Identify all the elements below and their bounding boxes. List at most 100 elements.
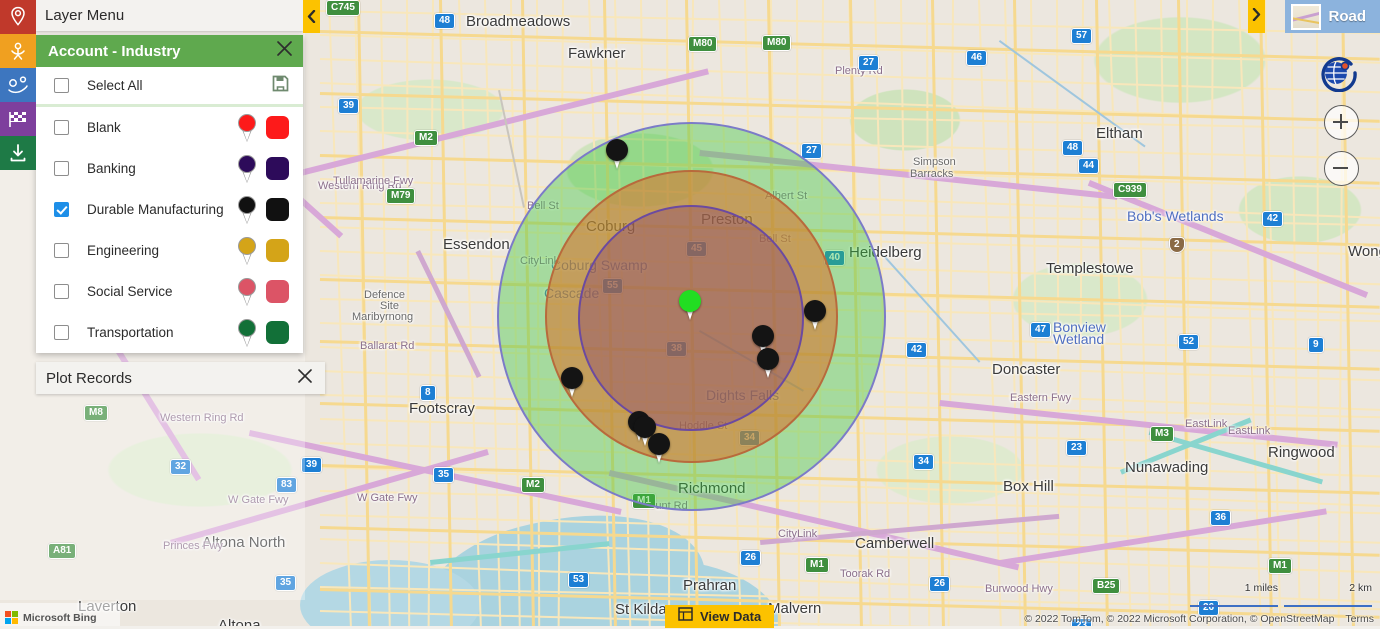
rail-button-route-plan[interactable] [0,68,36,102]
layer-color-chip[interactable] [266,239,289,262]
layer-color-chip[interactable] [266,280,289,303]
route-shield: M80 [688,36,718,52]
close-icon[interactable] [297,368,313,388]
map-attribution: © 2022 TomTom, © 2022 Microsoft Corporat… [1024,613,1374,625]
layer-checkbox[interactable] [54,120,69,135]
map-road-label: Western Ring Rd [160,412,244,424]
save-disk-icon[interactable] [272,75,289,97]
scale-miles: 1 miles [1190,582,1278,607]
select-all-row[interactable]: Select All [36,67,303,107]
chevron-left-icon [307,10,316,23]
rail-button-territory[interactable] [0,102,36,136]
map-road-label: EastLink [1185,418,1228,430]
layer-row[interactable]: Engineering [36,230,303,271]
layer-checkbox[interactable] [54,161,69,176]
layer-row[interactable]: Blank [36,107,303,148]
pin-head [757,348,779,370]
route-shield: 32 [170,459,192,475]
map-record-pin[interactable] [606,139,628,169]
layer-checkbox[interactable] [54,243,69,258]
map-place-label: Footscray [409,400,475,417]
route-shield: M8 [84,405,108,421]
layer-checkbox[interactable] [54,202,69,217]
rail-button-radius-search[interactable] [0,34,36,68]
layer-swatches [237,278,289,306]
route-shield: M1 [805,557,829,573]
bing-brand-label: Microsoft Bing [23,611,97,624]
map-place-label: Bob's Wetlands [1127,208,1224,224]
close-icon[interactable] [276,40,293,62]
layer-row[interactable]: Social Service [36,271,303,312]
route-shield: 52 [1178,334,1200,350]
map-type-expand-button[interactable] [1248,0,1265,33]
route-shield: 48 [1062,140,1084,156]
view-data-button[interactable]: View Data [665,605,775,628]
pin-head [679,290,701,312]
layer-color-chip[interactable] [266,198,289,221]
map-place-label: Broadmeadows [466,13,571,30]
layer-color-chip[interactable] [266,157,289,180]
map-record-pin[interactable] [561,367,583,397]
map-road-label: W Gate Fwy [357,492,418,504]
panel-body: Select All Blank Banking Durable Manufactu… [36,67,303,353]
panel-header: Account - Industry [36,35,303,67]
route-shield: 27 [801,143,823,159]
layer-menu-header: Layer Menu [36,0,303,31]
zoom-out-button[interactable] [1324,151,1359,186]
route-shield: 47 [1030,322,1052,338]
route-shield: M2 [521,477,545,493]
layer-swatches [237,114,289,142]
map-place-label: Simpson [913,156,956,168]
map-place-label: Malvern [768,600,822,617]
layer-color-chip[interactable] [266,321,289,344]
layer-row[interactable]: Durable Manufacturing [36,189,303,230]
route-shield: 39 [301,457,323,473]
route-shield: 27 [858,55,880,71]
route-shield: 83 [276,477,298,493]
map-application: BroadmeadowsFawknerEssendonCoburgPreston… [0,0,1380,629]
tool-rail [0,0,36,170]
zoom-in-button[interactable] [1324,105,1359,140]
map-place-label: Wetland [1053,331,1105,347]
route-icon [7,75,29,95]
map-place-label: Doncaster [992,361,1061,378]
map-record-pin[interactable] [804,300,826,330]
chevron-right-icon [1252,7,1261,26]
layer-menu-collapse-button[interactable] [303,0,320,33]
pin-head [804,300,826,322]
terms-link[interactable]: Terms [1345,613,1374,625]
map-road-label: Ballarat Rd [360,340,415,352]
map-road-label: Eastern Fwy [1010,392,1072,404]
route-shield: 35 [275,575,297,591]
route-shield: 36 [1210,510,1232,526]
map-road-label: Burwood Hwy [985,583,1053,595]
globe-locate-icon[interactable] [1318,52,1358,93]
map-record-pin[interactable] [648,433,670,463]
scale-km: 2 km [1284,582,1372,607]
layer-color-chip[interactable] [266,116,289,139]
layer-row[interactable]: Transportation [36,312,303,353]
map-scale-bar: 1 miles 2 km [1190,582,1372,607]
map-place-label: Camberwell [855,535,935,552]
route-shield: 35 [433,467,455,483]
layer-label: Blank [87,120,121,135]
map-place-label: St Kilda [615,601,667,618]
pin-head [561,367,583,389]
map-place-label: Wong [1348,243,1380,260]
rail-button-pin-locator[interactable] [0,0,36,34]
select-all-checkbox[interactable] [54,78,69,93]
territory-flag-icon [7,109,29,129]
layer-checkbox[interactable] [54,325,69,340]
map-center-pin[interactable] [679,290,701,320]
layer-row[interactable]: Banking [36,148,303,189]
map-record-pin[interactable] [757,348,779,378]
route-shield: 57 [1071,28,1093,44]
route-shield: 23 [1066,440,1088,456]
rail-button-export[interactable] [0,136,36,170]
bing-brand[interactable]: Microsoft Bing [5,611,97,624]
route-shield: 46 [966,50,988,66]
map-type-selector[interactable]: Road [1284,0,1380,33]
layer-checkbox[interactable] [54,284,69,299]
layer-label: Social Service [87,284,173,299]
account-industry-panel: Account - Industry Select All Blank Banki… [36,35,303,353]
